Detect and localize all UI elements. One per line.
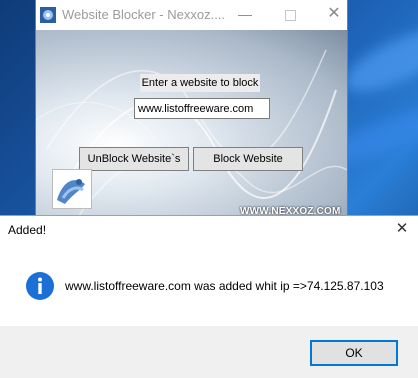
app-icon	[40, 7, 56, 23]
app-client-area: Enter a website to block UnBlock Website…	[36, 30, 347, 222]
minimize-button[interactable]: —	[230, 4, 260, 24]
dialog-body: www.listoffreeware.com was added whit ip…	[0, 244, 418, 326]
added-dialog: Added! ✕ www.listoffreeware.com was adde…	[0, 216, 418, 378]
app-title: Website Blocker - Nexxoz....	[62, 7, 226, 22]
close-button[interactable]: ✕	[319, 4, 349, 24]
unblock-websites-button[interactable]: UnBlock Website`s	[79, 147, 189, 171]
ok-button[interactable]: OK	[310, 340, 398, 366]
prompt-label: Enter a website to block	[140, 74, 260, 92]
app-titlebar[interactable]: Website Blocker - Nexxoz.... — ✕	[36, 0, 347, 30]
website-url-input[interactable]	[134, 98, 270, 119]
logo-thumbnail	[52, 169, 92, 209]
info-icon	[26, 272, 54, 300]
dialog-title: Added!	[8, 223, 47, 237]
dialog-close-button[interactable]: ✕	[392, 219, 412, 239]
maximize-button[interactable]	[275, 4, 305, 24]
block-website-button[interactable]: Block Website	[193, 147, 303, 171]
dialog-message: www.listoffreeware.com was added whit ip…	[65, 279, 384, 293]
website-blocker-window: Website Blocker - Nexxoz.... — ✕ Enter a…	[36, 0, 347, 222]
desktop-glow	[337, 16, 418, 104]
dialog-titlebar[interactable]: Added! ✕	[0, 216, 418, 244]
